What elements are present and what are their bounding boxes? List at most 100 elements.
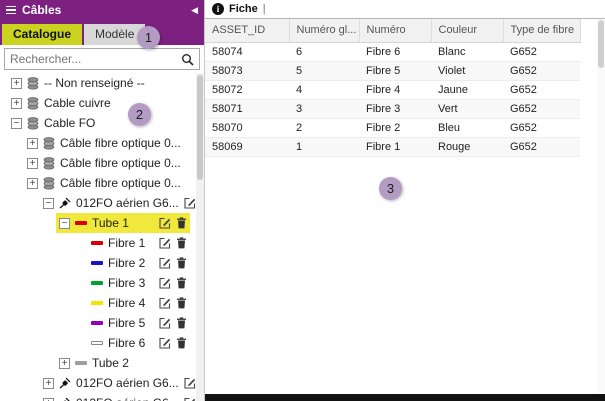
color-swatch-icon [91, 341, 103, 345]
tree-item-012fo-a-rien-g6[interactable]: +012FO aérien G6... [0, 373, 204, 393]
expand-icon[interactable]: + [27, 158, 38, 169]
tree-item-tube-2[interactable]: +Tube 2 [0, 353, 204, 373]
search-icon[interactable] [181, 53, 194, 66]
search-input[interactable] [10, 52, 181, 66]
tree-item-label: Tube 1 [92, 216, 129, 230]
tree-item-label: Fibre 1 [108, 236, 145, 250]
table-cell: 3 [289, 99, 359, 118]
tab-catalogue[interactable]: Catalogue [2, 24, 82, 45]
edit-button[interactable] [159, 277, 171, 289]
edit-button[interactable] [159, 257, 171, 269]
table-scrollbar-thumb[interactable] [598, 20, 604, 68]
tree-item-tube-1[interactable]: − Tube 1 [0, 213, 204, 233]
fiber-table: ASSET_IDNuméro gl...NuméroCouleurType de… [205, 19, 581, 157]
expand-icon[interactable]: + [43, 398, 54, 401]
expand-icon[interactable]: + [43, 378, 54, 389]
column-header-couleur[interactable]: Couleur [431, 19, 503, 42]
table-row[interactable]: 580691Fibre 1RougeG652 [205, 137, 580, 156]
table-cell: Blanc [431, 42, 503, 61]
expand-icon[interactable]: + [11, 78, 22, 89]
table-cell: Fibre 6 [359, 42, 431, 61]
tree-item-c-ble-fibre-optique-0[interactable]: + Câble fibre optique 0... [0, 153, 204, 173]
info-icon: i [212, 3, 224, 15]
table-cell: 58069 [205, 137, 289, 156]
tab-fiche[interactable]: Fiche [229, 3, 258, 15]
column-header-asset-id[interactable]: ASSET_ID [205, 19, 289, 42]
tree-item-fibre-2[interactable]: Fibre 2 [0, 253, 204, 273]
app-window: Câbles ◀ CatalogueModèle +-- Non renseig… [0, 0, 605, 401]
delete-button[interactable] [176, 337, 187, 349]
table-cell: Fibre 3 [359, 99, 431, 118]
delete-button[interactable] [176, 257, 187, 269]
color-swatch-icon [91, 281, 103, 285]
tree-item-fibre-5[interactable]: Fibre 5 [0, 313, 204, 333]
sidebar-scrollbar-thumb[interactable] [197, 75, 203, 180]
expand-icon[interactable]: + [59, 358, 70, 369]
column-header-num-ro[interactable]: Numéro [359, 19, 431, 42]
edit-button[interactable] [159, 217, 171, 229]
color-swatch-icon [91, 301, 103, 305]
column-header-num-ro-gl[interactable]: Numéro gl... [289, 19, 359, 42]
tree-item-cable-fo[interactable]: − Cable FO [0, 113, 204, 133]
tree-item-non-renseign[interactable]: +-- Non renseigné -- [0, 73, 204, 93]
table-row[interactable]: 580746Fibre 6BlancG652 [205, 42, 580, 61]
row-actions [159, 297, 187, 309]
edit-button[interactable] [159, 337, 171, 349]
tree-item-c-ble-fibre-optique-0[interactable]: + Câble fibre optique 0... [0, 133, 204, 153]
table-row[interactable]: 580713Fibre 3VertG652 [205, 99, 580, 118]
delete-button[interactable] [176, 217, 187, 229]
table-cell: Jaune [431, 80, 503, 99]
column-header-type-de-fibre[interactable]: Type de fibre [503, 19, 580, 42]
table-row[interactable]: 580735Fibre 5VioletG652 [205, 61, 580, 80]
tree-item-fibre-4[interactable]: Fibre 4 [0, 293, 204, 313]
delete-button[interactable] [176, 317, 187, 329]
table-cell: 58070 [205, 118, 289, 137]
edit-button[interactable] [159, 317, 171, 329]
tab-mod-le[interactable]: Modèle [84, 24, 145, 45]
tree-item-012fo-a-rien-g6[interactable]: − 012FO aérien G6... [0, 193, 204, 213]
expand-icon[interactable]: + [27, 178, 38, 189]
tree-item-label: Câble fibre optique 0... [60, 136, 181, 150]
table-cell: G652 [503, 118, 580, 137]
delete-button[interactable] [176, 237, 187, 249]
cable-category-icon [43, 157, 55, 170]
edit-button[interactable] [159, 237, 171, 249]
edit-button[interactable] [184, 197, 196, 209]
table-cell: Fibre 4 [359, 80, 431, 99]
edit-button[interactable] [184, 377, 196, 389]
tree-item-fibre-1[interactable]: Fibre 1 [0, 233, 204, 253]
collapse-sidebar-icon[interactable]: ◀ [191, 5, 198, 16]
tree-item-label: Câble fibre optique 0... [60, 156, 181, 170]
tree-item-fibre-6[interactable]: Fibre 6 [0, 333, 204, 353]
tree-item-c-ble-fibre-optique-0[interactable]: +Câble fibre optique 0... [0, 173, 204, 193]
tree-item-label: Fibre 2 [108, 256, 145, 270]
collapse-icon[interactable]: − [59, 218, 70, 229]
sidebar-tabs: CatalogueModèle [0, 20, 204, 45]
table-cell: Fibre 1 [359, 137, 431, 156]
table-cell: G652 [503, 137, 580, 156]
tree-item-label: 012FO aérien G6... [76, 196, 179, 210]
edit-button[interactable] [159, 297, 171, 309]
table-cell: 58073 [205, 61, 289, 80]
row-actions [159, 337, 187, 349]
delete-button[interactable] [176, 277, 187, 289]
row-actions [159, 237, 187, 249]
table-row[interactable]: 580702Fibre 2BleuG652 [205, 118, 580, 137]
tree-item-fibre-3[interactable]: Fibre 3 [0, 273, 204, 293]
table-cell: 2 [289, 118, 359, 137]
expand-icon[interactable]: + [27, 138, 38, 149]
tree-item-label: Fibre 3 [108, 276, 145, 290]
delete-button[interactable] [176, 297, 187, 309]
table-cell: G652 [503, 99, 580, 118]
tree-item-cable-cuivre[interactable]: +Cable cuivre [0, 93, 204, 113]
edit-button[interactable] [184, 397, 196, 401]
table-scrollbar[interactable] [597, 19, 605, 394]
tree-item-label: Cable FO [44, 116, 95, 130]
tree-item-012fo-a-rien-g6[interactable]: +012FO aérien G6... [0, 393, 204, 401]
collapse-icon[interactable]: − [43, 198, 54, 209]
expand-icon[interactable]: + [11, 98, 22, 109]
tree-item-label: Fibre 6 [108, 336, 145, 350]
collapse-icon[interactable]: − [11, 118, 22, 129]
table-row[interactable]: 580724Fibre 4JauneG652 [205, 80, 580, 99]
sidebar-scrollbar[interactable] [196, 73, 204, 401]
